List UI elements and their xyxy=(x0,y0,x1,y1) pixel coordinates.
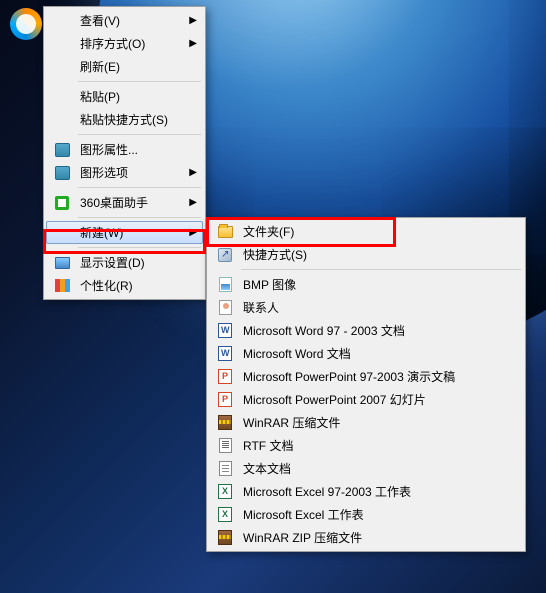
blank-icon xyxy=(50,57,74,77)
submenu-arrow-icon: ▶ xyxy=(185,227,197,238)
menu-display-settings[interactable]: 显示设置(D) xyxy=(46,251,203,274)
submenu-excel[interactable]: Microsoft Excel 工作表 xyxy=(209,503,523,526)
menu-label: 显示设置(D) xyxy=(74,254,197,271)
display-icon xyxy=(50,253,74,273)
submenu-contact[interactable]: 联系人 xyxy=(209,296,523,319)
menu-label: Microsoft Word 文档 xyxy=(237,345,517,362)
graphics-icon xyxy=(50,163,74,183)
submenu-shortcut[interactable]: 快捷方式(S) xyxy=(209,243,523,266)
personalize-icon xyxy=(50,276,74,296)
menu-label: 排序方式(O) xyxy=(74,35,185,52)
menu-sort[interactable]: 排序方式(O) ▶ xyxy=(46,32,203,55)
submenu-bmp[interactable]: BMP 图像 xyxy=(209,273,523,296)
menu-label: Microsoft Word 97 - 2003 文档 xyxy=(237,322,517,339)
menu-separator xyxy=(78,81,201,82)
menu-personalize[interactable]: 个性化(R) xyxy=(46,274,203,297)
menu-separator xyxy=(78,187,201,188)
blank-icon xyxy=(50,34,74,54)
submenu-rtf[interactable]: RTF 文档 xyxy=(209,434,523,457)
graphics-icon xyxy=(50,140,74,160)
menu-360-desktop[interactable]: 360桌面助手 ▶ xyxy=(46,191,203,214)
word-icon xyxy=(213,321,237,341)
menu-graphics-opts[interactable]: 图形选项 ▶ xyxy=(46,161,203,184)
rtf-icon xyxy=(213,436,237,456)
360-icon xyxy=(50,193,74,213)
menu-label: 快捷方式(S) xyxy=(237,246,517,263)
blank-icon xyxy=(50,223,74,243)
menu-separator xyxy=(78,247,201,248)
menu-label: 查看(V) xyxy=(74,12,185,29)
submenu-txt[interactable]: 文本文档 xyxy=(209,457,523,480)
menu-paste-shortcut[interactable]: 粘贴快捷方式(S) xyxy=(46,108,203,131)
menu-view[interactable]: 查看(V) ▶ xyxy=(46,9,203,32)
watermark-logo xyxy=(10,8,42,40)
menu-label: Microsoft PowerPoint 2007 幻灯片 xyxy=(237,391,517,408)
excel-icon xyxy=(213,482,237,502)
menu-label: RTF 文档 xyxy=(237,437,517,454)
menu-label: Microsoft Excel 工作表 xyxy=(237,506,517,523)
menu-label: 图形选项 xyxy=(74,164,185,181)
desktop-context-menu: 查看(V) ▶ 排序方式(O) ▶ 刷新(E) 粘贴(P) 粘贴快捷方式(S) … xyxy=(43,6,206,300)
new-submenu: 文件夹(F) 快捷方式(S) BMP 图像 联系人 Microsoft Word… xyxy=(206,217,526,552)
menu-label: 文件夹(F) xyxy=(237,223,517,240)
menu-label: BMP 图像 xyxy=(237,276,517,293)
submenu-excel97[interactable]: Microsoft Excel 97-2003 工作表 xyxy=(209,480,523,503)
shortcut-icon xyxy=(213,245,237,265)
folder-icon xyxy=(213,222,237,242)
contact-icon xyxy=(213,298,237,318)
menu-new[interactable]: 新建(W) ▶ xyxy=(46,221,203,244)
text-icon xyxy=(213,459,237,479)
submenu-arrow-icon: ▶ xyxy=(185,15,197,26)
menu-label: 360桌面助手 xyxy=(74,194,185,211)
menu-label: 新建(W) xyxy=(74,224,185,241)
menu-label: 图形属性... xyxy=(74,141,197,158)
word-icon xyxy=(213,344,237,364)
menu-separator xyxy=(78,217,201,218)
blank-icon xyxy=(50,110,74,130)
menu-label: Microsoft Excel 97-2003 工作表 xyxy=(237,483,517,500)
winrar-icon xyxy=(213,528,237,548)
submenu-word[interactable]: Microsoft Word 文档 xyxy=(209,342,523,365)
menu-label: 刷新(E) xyxy=(74,58,197,75)
blank-icon xyxy=(50,11,74,31)
submenu-word97[interactable]: Microsoft Word 97 - 2003 文档 xyxy=(209,319,523,342)
menu-separator xyxy=(78,134,201,135)
powerpoint-icon xyxy=(213,367,237,387)
menu-label: 个性化(R) xyxy=(74,277,197,294)
submenu-ppt07[interactable]: Microsoft PowerPoint 2007 幻灯片 xyxy=(209,388,523,411)
powerpoint-icon xyxy=(213,390,237,410)
submenu-arrow-icon: ▶ xyxy=(185,167,197,178)
submenu-winrar-zip[interactable]: WinRAR ZIP 压缩文件 xyxy=(209,526,523,549)
menu-label: 文本文档 xyxy=(237,460,517,477)
menu-label: WinRAR 压缩文件 xyxy=(237,414,517,431)
menu-label: 联系人 xyxy=(237,299,517,316)
submenu-folder[interactable]: 文件夹(F) xyxy=(209,220,523,243)
menu-paste[interactable]: 粘贴(P) xyxy=(46,85,203,108)
menu-refresh[interactable]: 刷新(E) xyxy=(46,55,203,78)
menu-label: WinRAR ZIP 压缩文件 xyxy=(237,529,517,546)
blank-icon xyxy=(50,87,74,107)
menu-graphics-props[interactable]: 图形属性... xyxy=(46,138,203,161)
menu-label: Microsoft PowerPoint 97-2003 演示文稿 xyxy=(237,368,517,385)
submenu-arrow-icon: ▶ xyxy=(185,197,197,208)
menu-separator xyxy=(241,269,521,270)
menu-label: 粘贴快捷方式(S) xyxy=(74,111,197,128)
excel-icon xyxy=(213,505,237,525)
menu-label: 粘贴(P) xyxy=(74,88,197,105)
submenu-ppt97[interactable]: Microsoft PowerPoint 97-2003 演示文稿 xyxy=(209,365,523,388)
submenu-arrow-icon: ▶ xyxy=(185,38,197,49)
bmp-icon xyxy=(213,275,237,295)
winrar-icon xyxy=(213,413,237,433)
submenu-winrar[interactable]: WinRAR 压缩文件 xyxy=(209,411,523,434)
